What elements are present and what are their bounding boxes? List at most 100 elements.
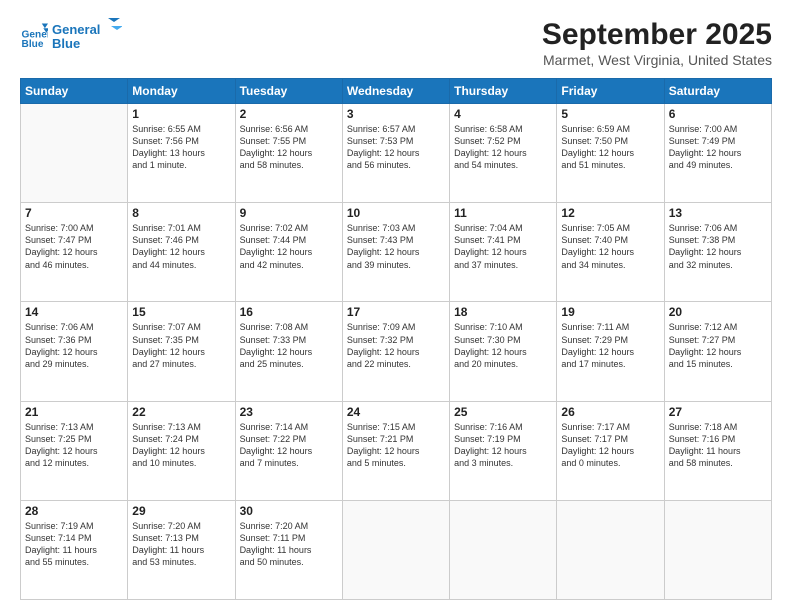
day-number: 13	[669, 206, 767, 220]
day-info: Sunrise: 6:58 AM Sunset: 7:52 PM Dayligh…	[454, 123, 552, 172]
table-row: 7 Sunrise: 7:00 AM Sunset: 7:47 PM Daylig…	[21, 203, 128, 302]
day-info: Sunrise: 7:07 AM Sunset: 7:35 PM Dayligh…	[132, 321, 230, 370]
day-info: Sunrise: 7:14 AM Sunset: 7:22 PM Dayligh…	[240, 421, 338, 470]
day-info: Sunrise: 6:56 AM Sunset: 7:55 PM Dayligh…	[240, 123, 338, 172]
day-number: 4	[454, 107, 552, 121]
table-row: 1Sunrise: 6:55 AM Sunset: 7:56 PM Daylig…	[128, 104, 235, 203]
svg-text:Blue: Blue	[52, 36, 80, 51]
day-info: Sunrise: 7:02 AM Sunset: 7:44 PM Dayligh…	[240, 222, 338, 271]
table-row: 9 Sunrise: 7:02 AM Sunset: 7:44 PM Daylig…	[235, 203, 342, 302]
day-number: 17	[347, 305, 445, 319]
location: Marmet, West Virginia, United States	[542, 52, 772, 68]
logo: General Blue General Blue	[20, 18, 122, 54]
table-row: 19Sunrise: 7:11 AM Sunset: 7:29 PM Dayli…	[557, 302, 664, 401]
header-wednesday: Wednesday	[342, 79, 449, 104]
table-row: 20 Sunrise: 7:12 AM Sunset: 7:27 PM Dayli…	[664, 302, 771, 401]
header-sunday: Sunday	[21, 79, 128, 104]
day-info: Sunrise: 7:09 AM Sunset: 7:32 PM Dayligh…	[347, 321, 445, 370]
table-row: 10Sunrise: 7:03 AM Sunset: 7:43 PM Dayli…	[342, 203, 449, 302]
day-number: 6	[669, 107, 767, 121]
svg-text:Blue: Blue	[22, 39, 44, 50]
day-info: Sunrise: 7:10 AM Sunset: 7:30 PM Dayligh…	[454, 321, 552, 370]
table-row: 14 Sunrise: 7:06 AM Sunset: 7:36 PM Dayli…	[21, 302, 128, 401]
day-info: Sunrise: 7:17 AM Sunset: 7:17 PM Dayligh…	[561, 421, 659, 470]
calendar-table: Sunday Monday Tuesday Wednesday Thursday…	[20, 78, 772, 600]
day-info: Sunrise: 7:08 AM Sunset: 7:33 PM Dayligh…	[240, 321, 338, 370]
table-row: 8Sunrise: 7:01 AM Sunset: 7:46 PM Daylig…	[128, 203, 235, 302]
day-number: 25	[454, 405, 552, 419]
title-section: September 2025 Marmet, West Virginia, Un…	[542, 18, 772, 68]
table-row	[557, 500, 664, 599]
day-number: 16	[240, 305, 338, 319]
day-info: Sunrise: 7:12 AM Sunset: 7:27 PM Dayligh…	[669, 321, 767, 370]
day-number: 5	[561, 107, 659, 121]
day-info: Sunrise: 7:11 AM Sunset: 7:29 PM Dayligh…	[561, 321, 659, 370]
header-saturday: Saturday	[664, 79, 771, 104]
day-info: Sunrise: 7:00 AM Sunset: 7:47 PM Dayligh…	[25, 222, 123, 271]
day-number: 2	[240, 107, 338, 121]
table-row: 29Sunrise: 7:20 AM Sunset: 7:13 PM Dayli…	[128, 500, 235, 599]
day-info: Sunrise: 7:04 AM Sunset: 7:41 PM Dayligh…	[454, 222, 552, 271]
day-info: Sunrise: 7:06 AM Sunset: 7:36 PM Dayligh…	[25, 321, 123, 370]
day-info: Sunrise: 7:19 AM Sunset: 7:14 PM Dayligh…	[25, 520, 123, 569]
calendar-week-row: 21 Sunrise: 7:13 AM Sunset: 7:25 PM Dayli…	[21, 401, 772, 500]
calendar-week-row: 14 Sunrise: 7:06 AM Sunset: 7:36 PM Dayli…	[21, 302, 772, 401]
table-row: 5 Sunrise: 6:59 AM Sunset: 7:50 PM Daylig…	[557, 104, 664, 203]
header: General Blue General Blue September 2025…	[20, 18, 772, 68]
table-row: 6Sunrise: 7:00 AM Sunset: 7:49 PM Daylig…	[664, 104, 771, 203]
day-number: 9	[240, 206, 338, 220]
table-row: 15 Sunrise: 7:07 AM Sunset: 7:35 PM Dayli…	[128, 302, 235, 401]
day-number: 26	[561, 405, 659, 419]
table-row: 22Sunrise: 7:13 AM Sunset: 7:24 PM Dayli…	[128, 401, 235, 500]
day-number: 20	[669, 305, 767, 319]
day-number: 11	[454, 206, 552, 220]
table-row: 3 Sunrise: 6:57 AM Sunset: 7:53 PM Daylig…	[342, 104, 449, 203]
svg-text:General: General	[52, 22, 100, 37]
day-info: Sunrise: 7:03 AM Sunset: 7:43 PM Dayligh…	[347, 222, 445, 271]
calendar-header-row: Sunday Monday Tuesday Wednesday Thursday…	[21, 79, 772, 104]
calendar-week-row: 7 Sunrise: 7:00 AM Sunset: 7:47 PM Daylig…	[21, 203, 772, 302]
month-title: September 2025	[542, 18, 772, 52]
day-number: 8	[132, 206, 230, 220]
day-info: Sunrise: 6:59 AM Sunset: 7:50 PM Dayligh…	[561, 123, 659, 172]
table-row: 12Sunrise: 7:05 AM Sunset: 7:40 PM Dayli…	[557, 203, 664, 302]
day-info: Sunrise: 6:55 AM Sunset: 7:56 PM Dayligh…	[132, 123, 230, 172]
header-friday: Friday	[557, 79, 664, 104]
day-info: Sunrise: 6:57 AM Sunset: 7:53 PM Dayligh…	[347, 123, 445, 172]
day-info: Sunrise: 7:15 AM Sunset: 7:21 PM Dayligh…	[347, 421, 445, 470]
table-row: 28 Sunrise: 7:19 AM Sunset: 7:14 PM Dayli…	[21, 500, 128, 599]
day-number: 30	[240, 504, 338, 518]
day-number: 7	[25, 206, 123, 220]
day-info: Sunrise: 7:20 AM Sunset: 7:13 PM Dayligh…	[132, 520, 230, 569]
table-row: 27Sunrise: 7:18 AM Sunset: 7:16 PM Dayli…	[664, 401, 771, 500]
table-row: 23 Sunrise: 7:14 AM Sunset: 7:22 PM Dayli…	[235, 401, 342, 500]
day-number: 12	[561, 206, 659, 220]
calendar-week-row: 28 Sunrise: 7:19 AM Sunset: 7:14 PM Dayli…	[21, 500, 772, 599]
page: General Blue General Blue September 2025…	[0, 0, 792, 612]
day-info: Sunrise: 7:20 AM Sunset: 7:11 PM Dayligh…	[240, 520, 338, 569]
day-info: Sunrise: 7:16 AM Sunset: 7:19 PM Dayligh…	[454, 421, 552, 470]
day-info: Sunrise: 7:13 AM Sunset: 7:25 PM Dayligh…	[25, 421, 123, 470]
day-number: 18	[454, 305, 552, 319]
day-number: 3	[347, 107, 445, 121]
logo-icon: General Blue	[20, 22, 48, 50]
table-row: 2 Sunrise: 6:56 AM Sunset: 7:55 PM Daylig…	[235, 104, 342, 203]
day-number: 15	[132, 305, 230, 319]
header-tuesday: Tuesday	[235, 79, 342, 104]
table-row: 21 Sunrise: 7:13 AM Sunset: 7:25 PM Dayli…	[21, 401, 128, 500]
table-row	[21, 104, 128, 203]
table-row: 17 Sunrise: 7:09 AM Sunset: 7:32 PM Dayli…	[342, 302, 449, 401]
table-row: 18 Sunrise: 7:10 AM Sunset: 7:30 PM Dayli…	[450, 302, 557, 401]
day-number: 23	[240, 405, 338, 419]
day-number: 21	[25, 405, 123, 419]
table-row: 24Sunrise: 7:15 AM Sunset: 7:21 PM Dayli…	[342, 401, 449, 500]
day-number: 14	[25, 305, 123, 319]
table-row: 11 Sunrise: 7:04 AM Sunset: 7:41 PM Dayli…	[450, 203, 557, 302]
table-row: 16 Sunrise: 7:08 AM Sunset: 7:33 PM Dayli…	[235, 302, 342, 401]
day-number: 27	[669, 405, 767, 419]
table-row: 26 Sunrise: 7:17 AM Sunset: 7:17 PM Dayli…	[557, 401, 664, 500]
day-info: Sunrise: 7:06 AM Sunset: 7:38 PM Dayligh…	[669, 222, 767, 271]
day-number: 28	[25, 504, 123, 518]
table-row: 30 Sunrise: 7:20 AM Sunset: 7:11 PM Dayli…	[235, 500, 342, 599]
header-monday: Monday	[128, 79, 235, 104]
